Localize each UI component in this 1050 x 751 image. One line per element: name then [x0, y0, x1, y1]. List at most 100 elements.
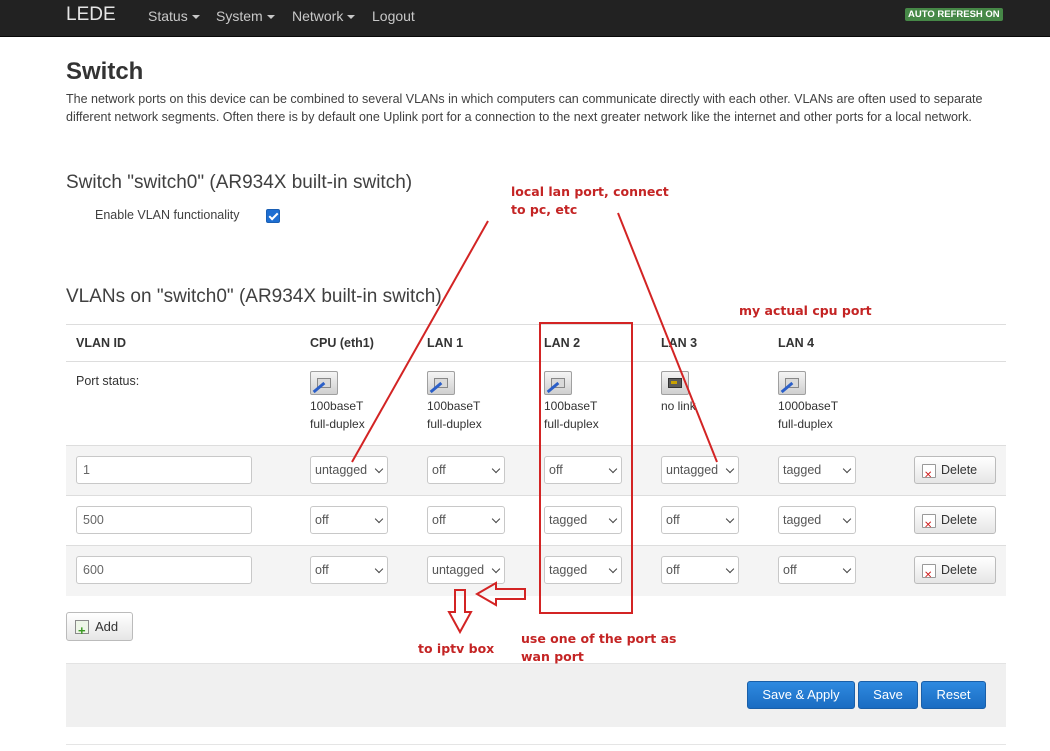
vlan-id-input[interactable]: 600 — [76, 556, 252, 584]
chevron-down-icon — [842, 514, 852, 524]
switch-section-title: Switch "switch0" (AR934X built-in switch… — [66, 172, 413, 193]
caret-down-icon — [191, 15, 200, 20]
port-select-lan4[interactable]: off — [778, 556, 856, 584]
caret-down-icon — [266, 15, 275, 20]
chevron-down-icon — [842, 564, 852, 574]
select-value: untagged — [666, 463, 719, 477]
ethernet-port-disconnected-icon — [661, 371, 689, 395]
table-row: 500 off off tagged off tagged Delete — [66, 495, 1006, 546]
port-speed: 100baseT — [427, 399, 481, 413]
arrow-down-icon — [447, 589, 473, 635]
select-value: untagged — [315, 463, 368, 477]
port-select-lan1[interactable]: off — [427, 456, 505, 484]
save-button[interactable]: Save — [858, 681, 918, 709]
chevron-down-icon — [374, 464, 384, 474]
port-status-cpu: 100baseT full-duplex — [310, 371, 365, 433]
vlans-section-title: VLANs on "switch0" (AR934X built-in swit… — [66, 286, 442, 307]
brand-logo[interactable]: LEDE — [66, 3, 116, 27]
chevron-down-icon — [842, 464, 852, 474]
select-value: tagged — [783, 463, 822, 477]
ethernet-port-connected-icon — [427, 371, 455, 395]
port-status-lan4: 1000baseT full-duplex — [778, 371, 838, 433]
column-header-lan4: LAN 4 — [778, 336, 815, 350]
delete-label: Delete — [941, 563, 978, 577]
delete-label: Delete — [941, 513, 978, 527]
nav-network-menu[interactable]: Network — [292, 8, 356, 24]
delete-icon — [922, 513, 936, 539]
enable-vlan-checkbox[interactable] — [266, 209, 280, 223]
delete-vlan-button[interactable]: Delete — [914, 556, 996, 589]
table-header-row: VLAN ID CPU (eth1) LAN 1 LAN 2 LAN 3 LAN… — [66, 324, 1006, 362]
add-vlan-button[interactable]: Add — [66, 612, 133, 644]
column-header-cpu: CPU (eth1) — [310, 336, 374, 350]
port-status-row: Port status: 100baseT full-duplex 100bas… — [66, 361, 1006, 446]
nav-network-label: Network — [292, 8, 344, 24]
nav-logout-link[interactable]: Logout — [372, 8, 415, 24]
select-value: off — [432, 463, 446, 477]
port-select-lan1[interactable]: off — [427, 506, 505, 534]
port-select-cpu[interactable]: off — [310, 556, 388, 584]
footer-divider — [66, 744, 1006, 745]
select-value: off — [666, 513, 680, 527]
nav-system-menu[interactable]: System — [216, 8, 275, 24]
chevron-down-icon — [725, 464, 735, 474]
port-select-lan3[interactable]: off — [661, 556, 739, 584]
port-duplex: full-duplex — [778, 417, 833, 431]
delete-vlan-button[interactable]: Delete — [914, 456, 996, 489]
delete-icon — [922, 563, 936, 589]
port-status-label: Port status: — [76, 374, 140, 388]
table-row: 600 off untagged tagged off off Delete — [66, 545, 1006, 596]
select-value: off — [432, 513, 446, 527]
select-value: off — [666, 563, 680, 577]
column-header-lan1: LAN 1 — [427, 336, 464, 350]
port-select-lan3[interactable]: untagged — [661, 456, 739, 484]
port-select-cpu[interactable]: off — [310, 506, 388, 534]
enable-vlan-label: Enable VLAN functionality — [95, 208, 240, 222]
port-status-lan3: no link — [661, 371, 696, 415]
top-navbar: LEDE Status System Network Logout AUTO R… — [0, 0, 1050, 37]
port-speed: 100baseT — [310, 399, 364, 413]
delete-label: Delete — [941, 463, 978, 477]
add-icon — [75, 617, 89, 644]
vlan-id-input[interactable]: 1 — [76, 456, 252, 484]
vlan-id-input[interactable]: 500 — [76, 506, 252, 534]
select-value: off — [315, 513, 329, 527]
port-select-lan3[interactable]: off — [661, 506, 739, 534]
page-actions-bar: Save & Apply Save Reset — [66, 663, 1006, 727]
annotation-iptv: to iptv box — [418, 641, 495, 656]
port-select-lan4[interactable]: tagged — [778, 506, 856, 534]
auto-refresh-badge[interactable]: AUTO REFRESH ON — [905, 8, 1003, 21]
port-select-lan1[interactable]: untagged — [427, 556, 505, 584]
select-value: off — [315, 563, 329, 577]
page-description: The network ports on this device can be … — [66, 92, 983, 124]
select-value: untagged — [432, 563, 485, 577]
chevron-down-icon — [725, 514, 735, 524]
delete-icon — [922, 463, 936, 489]
select-value: off — [783, 563, 797, 577]
table-row: 1 untagged off off untagged tagged Delet… — [66, 445, 1006, 496]
port-select-cpu[interactable]: untagged — [310, 456, 388, 484]
chevron-down-icon — [374, 564, 384, 574]
chevron-down-icon — [725, 564, 735, 574]
port-speed: no link — [661, 399, 696, 413]
port-duplex: full-duplex — [310, 417, 365, 431]
annotation-local-lan: local lan port, connect to pc, etc — [511, 184, 669, 217]
annotation-wan-port: use one of the port as wan port — [521, 631, 677, 664]
column-header-vlan-id: VLAN ID — [76, 336, 126, 350]
column-header-lan3: LAN 3 — [661, 336, 698, 350]
reset-button[interactable]: Reset — [921, 681, 986, 709]
nav-status-menu[interactable]: Status — [148, 8, 200, 24]
annotation-cpu-port: my actual cpu port — [739, 303, 872, 318]
port-select-lan4[interactable]: tagged — [778, 456, 856, 484]
caret-down-icon — [347, 15, 356, 20]
port-duplex: full-duplex — [427, 417, 482, 431]
save-apply-button[interactable]: Save & Apply — [747, 681, 855, 709]
nav-status-label: Status — [148, 8, 188, 24]
page-title: Switch — [66, 58, 144, 85]
nav-system-label: System — [216, 8, 263, 24]
delete-vlan-button[interactable]: Delete — [914, 506, 996, 539]
chevron-down-icon — [491, 464, 501, 474]
chevron-down-icon — [491, 514, 501, 524]
chevron-down-icon — [491, 564, 501, 574]
ethernet-port-connected-icon — [778, 371, 806, 395]
